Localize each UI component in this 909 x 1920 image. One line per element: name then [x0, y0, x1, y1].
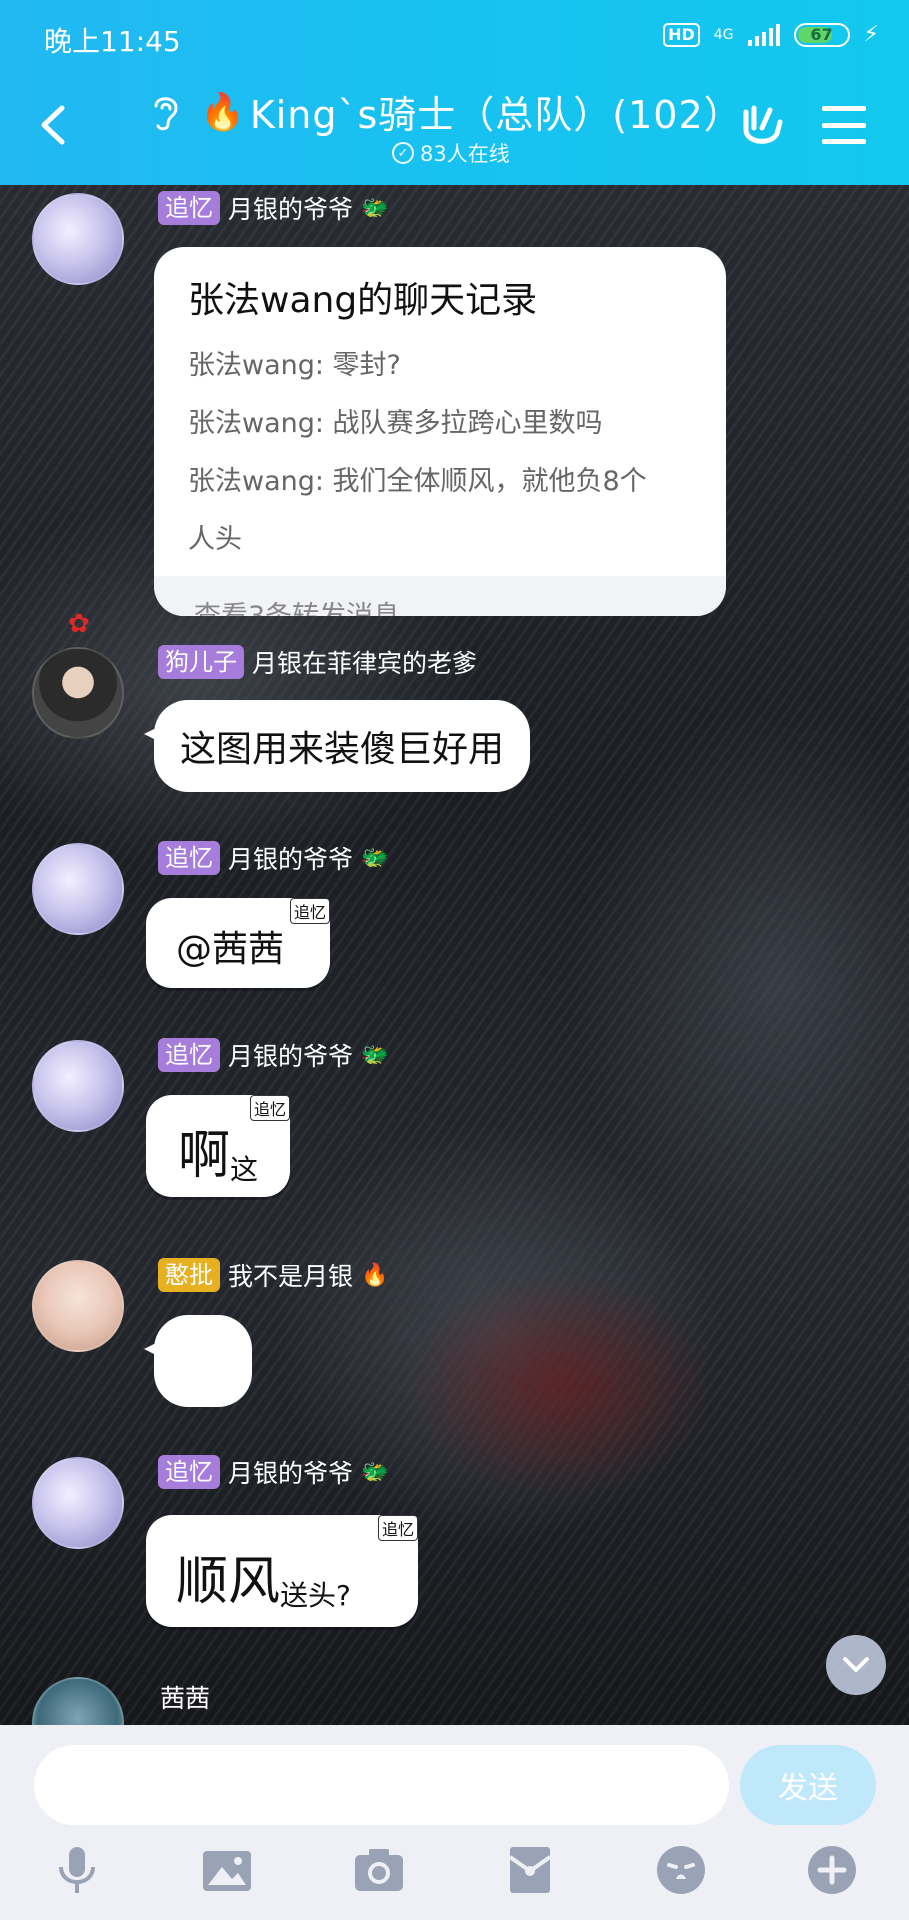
sticker-label: 追忆 — [249, 1095, 290, 1121]
battery-icon: 67 — [793, 22, 850, 47]
sender-row: 狗儿子 月银在菲律宾的老爹 — [158, 644, 477, 680]
hand-gesture-icon[interactable] — [736, 100, 786, 150]
microphone-icon[interactable] — [50, 1843, 104, 1897]
chat-area[interactable]: 追忆 月银的爷爷 🐲 张法wang的聊天记录 张法wang: 零封? 张法wan… — [0, 185, 909, 1725]
status-icons: HD 4G 67 ⚡ — [663, 22, 879, 47]
ear-icon[interactable] — [148, 92, 182, 132]
forwarded-chat-card[interactable]: 张法wang的聊天记录 张法wang: 零封? 张法wang: 战队赛多拉跨心里… — [154, 247, 726, 616]
menu-icon[interactable] — [822, 106, 866, 144]
card-line: 张法wang: 零封? — [188, 350, 401, 381]
message-bubble[interactable]: 这图用来装傻巨好用 — [143, 700, 531, 792]
plus-icon[interactable] — [805, 1843, 859, 1897]
fire-icon: 🔥 — [200, 91, 246, 133]
red-packet-icon[interactable] — [503, 1843, 557, 1897]
back-icon[interactable] — [34, 100, 74, 150]
sticker-main-text: 啊 — [178, 1126, 231, 1186]
sender-row: 追忆 月银的爷爷 🐲 — [158, 190, 388, 226]
emoji-icon[interactable] — [654, 1843, 708, 1897]
avatar[interactable] — [32, 1260, 124, 1352]
dragon-icon: 🐲 — [361, 845, 389, 871]
message-bubble[interactable] — [144, 1315, 252, 1407]
charging-icon: ⚡ — [863, 22, 879, 47]
flower-icon: ✿ — [68, 609, 90, 639]
camera-icon[interactable] — [352, 1843, 406, 1897]
sender-row: 憨批 我不是月银 🔥 — [158, 1257, 388, 1293]
avatar[interactable] — [32, 1457, 124, 1549]
title-tag: 追忆 — [158, 1455, 220, 1489]
battery-level: 67 — [810, 25, 833, 44]
dragon-icon: 🐲 — [361, 1459, 389, 1485]
sender-name[interactable]: 茜茜 — [160, 1679, 210, 1715]
page-title[interactable]: 🔥 King`s骑士（总队）(102） — [200, 84, 743, 139]
scroll-down-button[interactable] — [826, 1635, 886, 1695]
signal-icon — [747, 23, 780, 46]
sender-row: 追忆 月银的爷爷 🐲 — [158, 1454, 388, 1490]
sender-name[interactable]: 月银的爷爷 — [228, 190, 353, 226]
avatar[interactable] — [32, 1040, 124, 1132]
avatar[interactable] — [32, 193, 124, 285]
dragon-icon: 🐲 — [361, 195, 389, 221]
title-tag: 追忆 — [158, 841, 220, 875]
sticker-label: 追忆 — [377, 1515, 418, 1541]
composer: 发送 — [0, 1725, 909, 1920]
title-tag: 追忆 — [158, 1038, 220, 1072]
send-button[interactable]: 发送 — [740, 1745, 876, 1825]
sender-row: 追忆 月银的爷爷 🐲 — [158, 840, 388, 876]
sticker-bubble[interactable]: 追忆 顺风 送头? — [146, 1515, 418, 1627]
group-name: King`s骑士（总队）(102） — [249, 93, 743, 137]
message-text: 这图用来装傻巨好用 — [180, 729, 505, 770]
sender-name[interactable]: 月银在菲律宾的老爹 — [252, 644, 477, 680]
sender-name[interactable]: 月银的爷爷 — [228, 1037, 353, 1073]
fire-icon: 🔥 — [361, 1262, 389, 1288]
sender-row: 追忆 月银的爷爷 🐲 — [158, 1037, 388, 1073]
chevron-down-icon — [843, 1657, 869, 1672]
avatar[interactable] — [32, 1677, 124, 1725]
online-count[interactable]: ✓ 83人在线 — [392, 138, 510, 168]
card-title: 张法wang的聊天记录 — [188, 280, 538, 321]
sender-row: 茜茜 — [160, 1679, 210, 1715]
dragon-icon: 🐲 — [361, 1042, 389, 1068]
check-circle-icon: ✓ — [392, 142, 414, 164]
avatar[interactable] — [32, 647, 124, 739]
message-input[interactable] — [34, 1745, 729, 1825]
card-line: 张法wang: 我们全体顺风，就他负8个 — [188, 465, 647, 497]
view-forwarded-link[interactable]: 查看3条转发消息 — [154, 576, 726, 616]
title-tag: 狗儿子 — [158, 645, 244, 679]
sticker-sub-text: 这 — [230, 1153, 259, 1186]
sender-name[interactable]: 月银的爷爷 — [228, 840, 353, 876]
sticker-bubble[interactable]: 追忆 @茜茜 — [146, 898, 330, 988]
card-line: 人头 — [188, 523, 242, 555]
card-line: 张法wang: 战队赛多拉跨心里数吗 — [188, 407, 603, 439]
sticker-label: 追忆 — [289, 898, 330, 924]
sender-name[interactable]: 月银的爷爷 — [228, 1454, 353, 1490]
sticker-main-text: 顺风 — [176, 1552, 281, 1612]
sticker-sub-text: 送头? — [280, 1579, 351, 1612]
status-time: 晚上11:45 — [44, 25, 181, 58]
composer-toolbar — [0, 1843, 909, 1913]
sender-name[interactable]: 我不是月银 — [228, 1257, 353, 1293]
header-bar: 晚上11:45 HD 4G 67 ⚡ 🔥 King`s骑士（总队）(102） ✓… — [0, 0, 909, 185]
hd-icon: HD — [663, 22, 700, 47]
title-tag: 追忆 — [158, 191, 220, 225]
title-tag: 憨批 — [158, 1258, 220, 1292]
sticker-bubble[interactable]: 追忆 啊 这 — [146, 1095, 290, 1197]
image-icon[interactable] — [200, 1843, 254, 1897]
avatar[interactable] — [32, 843, 124, 935]
online-label: 83人在线 — [420, 142, 510, 166]
network-type: 4G — [713, 26, 734, 43]
